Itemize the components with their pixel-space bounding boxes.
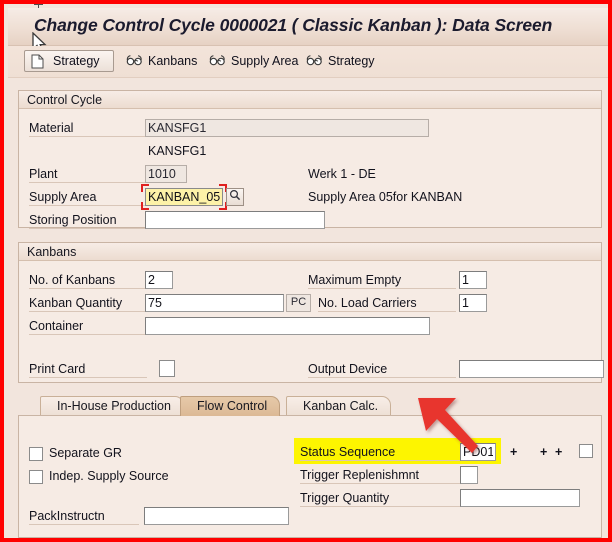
kanbans-group-header: Kanbans <box>19 243 601 261</box>
status-sequence-plus-2[interactable]: + <box>540 445 547 459</box>
indep-supply-source-label: Indep. Supply Source <box>49 469 169 483</box>
no-of-kanbans-label: No. of Kanbans <box>29 273 147 289</box>
storing-position-field[interactable] <box>145 211 325 229</box>
glasses-icon <box>306 54 324 68</box>
detail-tab-panel: In-House Production Flow Control Kanban … <box>18 396 602 538</box>
pack-instructn-label: PackInstructn <box>29 509 139 525</box>
kanban-quantity-field[interactable] <box>145 294 284 312</box>
no-of-kanbans-field[interactable] <box>145 271 173 289</box>
trigger-replenishmnt-field[interactable] <box>460 466 478 484</box>
application-toolbar: Strategy Kanbans Supply Area Strategy <box>8 46 608 78</box>
tab-flow-control[interactable]: Flow Control <box>180 396 281 416</box>
storing-position-label: Storing Position <box>29 213 147 229</box>
maximum-empty-field[interactable] <box>459 271 487 289</box>
toolbar-button-strategy-secondary[interactable]: Strategy <box>300 50 381 72</box>
status-sequence-plus-1[interactable]: + <box>510 445 517 459</box>
supply-area-description: Supply Area 05for KANBAN <box>308 190 463 204</box>
tab-label: In-House Production <box>57 399 171 413</box>
container-label: Container <box>29 319 147 335</box>
kanban-quantity-label: Kanban Quantity <box>29 296 147 312</box>
window-title-bar: Change Control Cycle 0000021 ( Classic K… <box>8 8 608 46</box>
material-field[interactable] <box>145 119 429 137</box>
document-icon <box>31 54 49 69</box>
glasses-icon <box>126 54 144 68</box>
print-card-label: Print Card <box>29 362 147 378</box>
tab-in-house-production[interactable]: In-House Production <box>40 396 184 416</box>
toolbar-button-kanbans[interactable]: Kanbans <box>120 50 203 72</box>
status-sequence-checkbox[interactable] <box>579 444 593 458</box>
tab-kanban-calc[interactable]: Kanban Calc. <box>286 396 392 416</box>
separate-gr-label: Separate GR <box>49 446 122 460</box>
supply-area-search-help-button[interactable] <box>226 188 244 206</box>
toolbar-button-label: Strategy <box>328 54 375 68</box>
supply-area-label: Supply Area <box>29 190 147 206</box>
tab-label: Flow Control <box>197 399 268 413</box>
control-cycle-group-header: Control Cycle <box>19 91 601 109</box>
trigger-quantity-label: Trigger Quantity <box>300 491 460 507</box>
plant-field[interactable] <box>145 165 187 183</box>
plant-description: Werk 1 - DE <box>308 167 376 181</box>
red-arrow-annotation <box>418 398 478 453</box>
output-device-label: Output Device <box>308 362 456 378</box>
maximum-empty-label: Maximum Empty <box>308 273 456 289</box>
tab-label: Kanban Calc. <box>303 399 379 413</box>
plant-label: Plant <box>29 167 147 183</box>
status-sequence-plus-3[interactable]: + <box>555 445 562 459</box>
sap-data-screen-window: Change Control Cycle 0000021 ( Classic K… <box>0 0 612 542</box>
toolbar-button-label: Kanbans <box>148 54 198 68</box>
print-card-checkbox[interactable] <box>159 360 175 377</box>
kanban-quantity-unit: PC <box>286 294 311 312</box>
toolbar-button-label: Strategy <box>53 54 100 68</box>
magnifier-icon <box>229 188 241 206</box>
pack-instructn-field[interactable] <box>144 507 289 525</box>
no-load-carriers-label: No. Load Carriers <box>318 296 456 312</box>
container-field[interactable] <box>145 317 430 335</box>
material-description: KANSFG1 <box>148 144 207 158</box>
no-load-carriers-field[interactable] <box>459 294 487 312</box>
trigger-quantity-field[interactable] <box>460 489 580 507</box>
output-device-field[interactable] <box>459 360 604 378</box>
separate-gr-checkbox[interactable] <box>29 447 43 461</box>
control-cycle-group: Control Cycle Material KANSFG1 Plant Wer… <box>18 90 602 229</box>
trigger-replenishmnt-label: Trigger Replenishmnt <box>300 468 460 484</box>
material-label: Material <box>29 121 147 137</box>
indep-supply-source-checkbox[interactable] <box>29 470 43 484</box>
toolbar-button-label: Supply Area <box>231 54 299 68</box>
supply-area-field[interactable] <box>145 188 223 206</box>
kanbans-group: Kanbans No. of Kanbans Maximum Empty Kan… <box>18 242 604 383</box>
toolbar-button-strategy-primary[interactable]: Strategy <box>24 50 114 72</box>
flow-control-tab-body: Separate GR Indep. Supply Source PackIns… <box>18 415 602 538</box>
page-title: Change Control Cycle 0000021 ( Classic K… <box>34 15 553 35</box>
glasses-icon <box>209 54 227 68</box>
toolbar-button-supply-area[interactable]: Supply Area <box>203 50 304 72</box>
